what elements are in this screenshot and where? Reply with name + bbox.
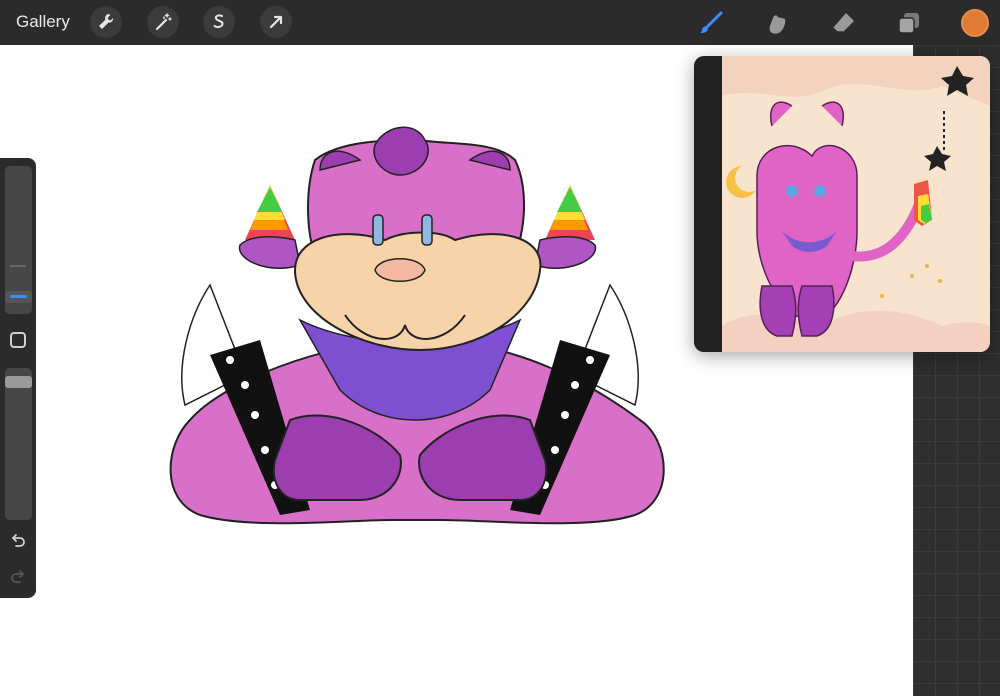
opacity-handle[interactable] — [5, 376, 32, 388]
wrench-icon — [99, 14, 114, 29]
transform-arrow-icon — [269, 15, 283, 29]
reference-image — [722, 56, 990, 352]
eraser-tool-button[interactable] — [828, 8, 858, 38]
left-sidebar — [0, 158, 36, 598]
eraser-icon — [832, 13, 854, 33]
brush-icon — [700, 11, 723, 34]
layers-icon — [898, 13, 919, 34]
color-picker-button[interactable] — [961, 9, 989, 37]
modify-button[interactable] — [10, 332, 26, 348]
magic-wand-icon — [155, 13, 172, 31]
selection-button[interactable] — [203, 6, 235, 38]
brush-size-handle[interactable] — [5, 291, 32, 303]
size-tick-mark — [10, 265, 26, 267]
layers-button[interactable] — [894, 8, 924, 38]
reference-window[interactable] — [694, 56, 990, 352]
smudge-icon — [769, 15, 786, 34]
transform-button[interactable] — [260, 6, 292, 38]
actions-button[interactable] — [90, 6, 122, 38]
smudge-tool-button[interactable] — [762, 8, 792, 38]
opacity-slider[interactable] — [5, 368, 32, 520]
adjustments-button[interactable] — [147, 6, 179, 38]
gallery-button[interactable]: Gallery — [16, 12, 70, 32]
top-toolbar: Gallery — [0, 0, 1000, 45]
selection-icon — [213, 14, 224, 29]
redo-icon[interactable] — [8, 566, 28, 586]
brush-tool-button[interactable] — [696, 8, 726, 38]
character-drawing — [169, 126, 665, 525]
undo-icon[interactable] — [8, 530, 28, 550]
